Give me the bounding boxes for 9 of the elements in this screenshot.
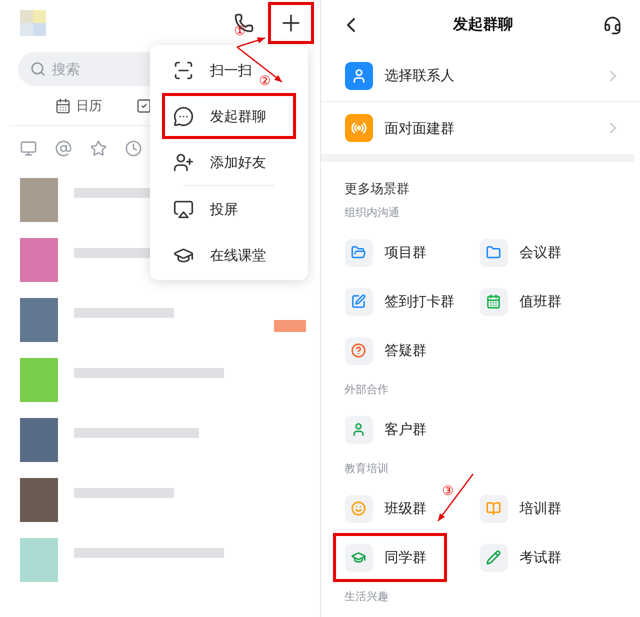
section-label: 组织内沟通 (344, 206, 400, 221)
section-label: 生活兴趣 (344, 590, 388, 605)
section-label: 教育培训 (344, 462, 388, 477)
page-title: 发起群聊 (452, 14, 513, 35)
step-number: ① (234, 24, 246, 37)
step-number: ② (259, 74, 271, 87)
section-heading: 更多场景群 (344, 180, 410, 198)
section-label: 外部合作 (344, 382, 388, 398)
step-number: ③ (442, 484, 454, 497)
